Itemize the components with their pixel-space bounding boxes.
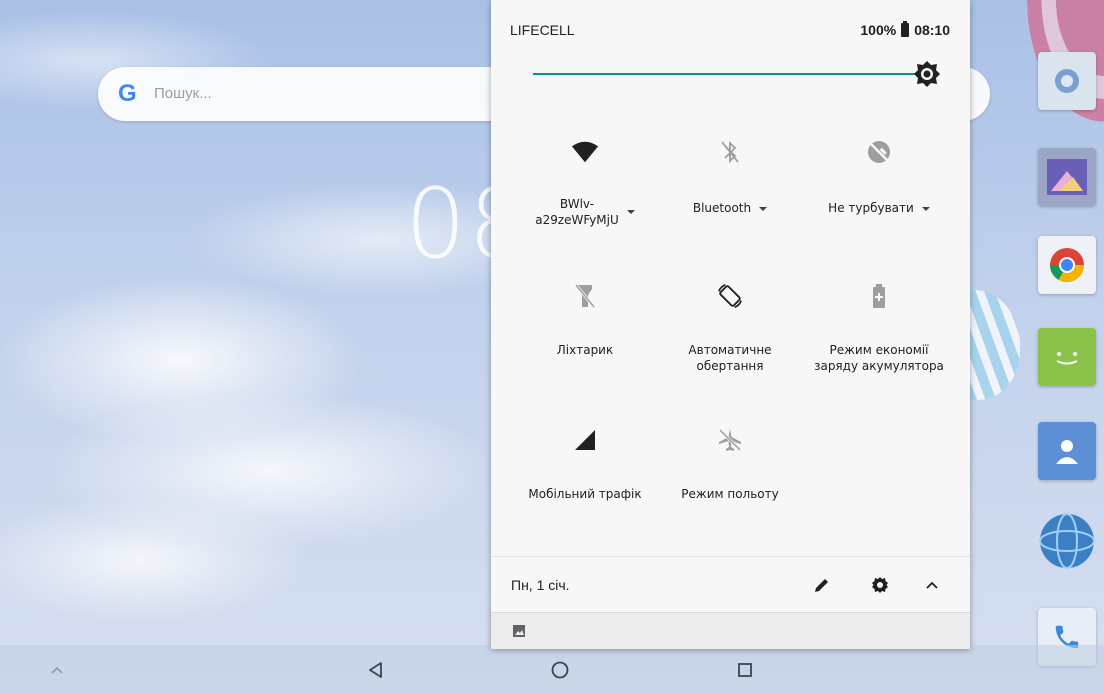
search-placeholder: Пошук... (154, 85, 212, 102)
cellular-signal-icon (571, 426, 599, 454)
tile-mobile-data[interactable]: Мобільний трафік (510, 426, 660, 556)
battery-percent: 100% (860, 22, 897, 38)
status-bar: LIFECELL 100% 08:10 (491, 0, 970, 60)
home-button[interactable] (545, 655, 575, 685)
chrome-app-icon[interactable] (1038, 236, 1096, 294)
gear-icon (872, 577, 888, 593)
tile-auto-rotate-label: Автоматичне обертання (688, 343, 772, 373)
tile-bluetooth-label: Bluetooth (692, 201, 752, 215)
chevron-down-icon[interactable] (626, 210, 635, 214)
brightness-track[interactable] (533, 73, 923, 75)
screenshot-notification-icon (513, 625, 525, 637)
battery-icon (901, 21, 910, 37)
apps-up-icon[interactable] (42, 655, 72, 685)
tile-mobile-data-label: Мобільний трафік (528, 487, 642, 501)
app-dock (1030, 40, 1104, 680)
tile-auto-rotate[interactable]: Автоматичне обертання (655, 282, 805, 412)
tile-dnd-label: Не турбувати (828, 201, 914, 215)
chevron-down-icon[interactable] (921, 206, 930, 211)
do-not-disturb-off-icon (865, 138, 893, 166)
tile-wifi[interactable]: BWlv- a29zeWFyMjU (510, 138, 660, 268)
status-right: 100% 08:10 (860, 21, 950, 38)
navigation-bar (0, 645, 1104, 693)
contacts-app-icon[interactable] (1038, 422, 1096, 480)
battery-saver-icon (865, 282, 893, 310)
tile-airplane-label: Режим польоту (681, 487, 779, 501)
auto-rotate-icon (716, 282, 744, 310)
pencil-icon (815, 579, 828, 592)
flashlight-off-icon (571, 282, 599, 310)
tile-battery-saver-label: Режим економії заряду акумулятора (814, 343, 944, 373)
messaging-app-icon[interactable] (1038, 328, 1096, 386)
status-time: 08:10 (914, 22, 950, 38)
tile-do-not-disturb[interactable]: Не турбувати (804, 138, 954, 268)
quick-settings-footer: Пн, 1 січ. (491, 556, 970, 613)
tile-wifi-label: BWlv- a29zeWFyMjU (535, 197, 619, 227)
tile-flashlight[interactable]: Ліхтарик (510, 282, 660, 412)
bluetooth-off-icon (716, 138, 744, 166)
recents-button[interactable] (730, 655, 760, 685)
edit-button[interactable] (808, 571, 836, 599)
brightness-icon[interactable] (913, 60, 941, 88)
chevron-down-icon[interactable] (759, 206, 768, 211)
carrier-name: LIFECELL (510, 22, 575, 38)
tile-airplane-mode[interactable]: Режим польоту (655, 426, 805, 556)
brightness-slider[interactable] (533, 58, 941, 90)
tile-bluetooth[interactable]: Bluetooth (655, 138, 805, 268)
settings-button[interactable] (866, 571, 894, 599)
notification-strip[interactable] (491, 612, 970, 649)
airplane-mode-off-icon (716, 426, 744, 454)
quick-settings-panel: LIFECELL 100% 08:10 BWlv- a29zeWFyMjU Bl (491, 0, 970, 649)
gallery-app-icon[interactable] (1038, 148, 1096, 206)
chevron-up-icon (926, 581, 938, 589)
date-label: Пн, 1 січ. (511, 577, 570, 593)
camera-app-icon[interactable] (1038, 52, 1096, 110)
wifi-icon (571, 138, 599, 166)
browser-app-icon[interactable] (1038, 512, 1096, 570)
google-icon: G (118, 80, 137, 107)
collapse-button[interactable] (918, 571, 946, 599)
tile-flashlight-label: Ліхтарик (556, 343, 614, 357)
back-button[interactable] (360, 655, 390, 685)
tile-battery-saver[interactable]: Режим економії заряду акумулятора (804, 282, 954, 412)
